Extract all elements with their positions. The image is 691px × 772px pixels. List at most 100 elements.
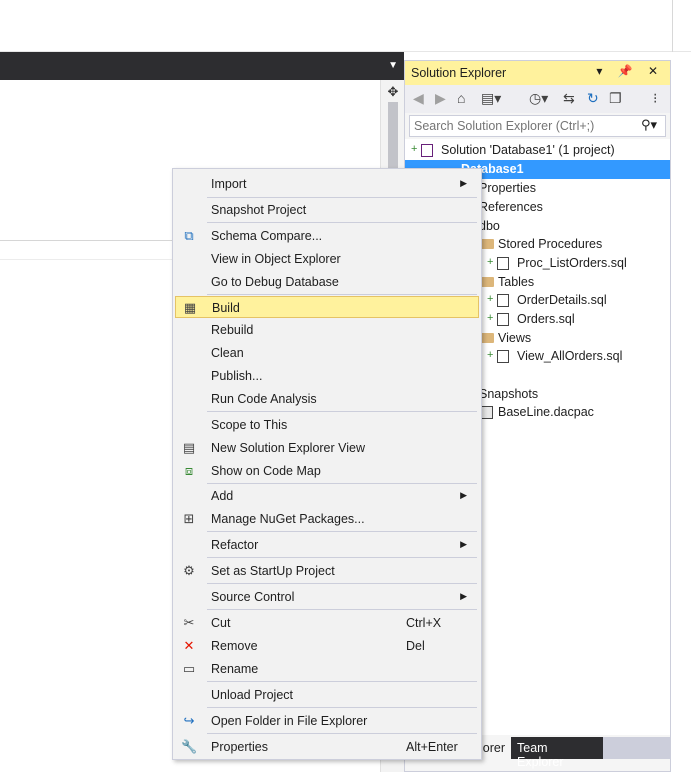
menu-item-label: Import <box>211 177 247 191</box>
open-folder-arrow-icon: ↪ <box>183 713 195 728</box>
solution-icon <box>421 144 433 157</box>
refresh-icon[interactable]: ↻ <box>587 90 599 107</box>
menu-item-view-in-object-explorer[interactable]: View in Object Explorer <box>175 248 479 270</box>
rename-icon: ▭ <box>182 661 196 676</box>
collapse-all-icon[interactable]: ❐ <box>609 90 622 107</box>
menu-item-clean[interactable]: Clean <box>175 342 479 364</box>
menu-item-label: Show on Code Map <box>211 464 321 478</box>
back-icon[interactable]: ◀ <box>413 90 424 107</box>
tree-item-label: Tables <box>498 275 535 289</box>
menu-item-show-on-code-map[interactable]: ⧈ Show on Code Map <box>175 460 479 482</box>
menu-item-label: Set as StartUp Project <box>211 564 335 578</box>
submenu-arrow-icon: ▶ <box>460 178 467 188</box>
checked-in-icon: + <box>411 143 418 155</box>
sync-with-document-icon[interactable]: ⇆ <box>563 90 575 107</box>
menu-item-import[interactable]: Import ▶ <box>175 173 479 195</box>
sql-file-icon <box>497 313 509 326</box>
menu-item-label: Run Code Analysis <box>211 392 317 406</box>
menu-item-label: Add <box>211 489 234 503</box>
menu-item-label: Build <box>212 301 240 315</box>
schema-compare-icon: ⧉ <box>184 228 194 243</box>
menu-item-scope-to-this[interactable]: Scope to This <box>175 414 479 436</box>
submenu-arrow-icon: ▶ <box>460 591 467 601</box>
new-view-icon: ▤ <box>182 440 196 455</box>
menu-item-shortcut: Ctrl+X <box>406 616 442 630</box>
pending-changes-filter-icon[interactable]: ◷▾ <box>529 90 548 107</box>
menu-separator <box>207 531 477 532</box>
split-window-icon[interactable]: ✥ <box>385 84 401 100</box>
menu-separator <box>207 707 477 708</box>
menu-item-remove[interactable]: ✕ Remove Del <box>175 635 479 657</box>
wrench-icon: 🔧 <box>181 739 198 754</box>
menu-item-label: Properties <box>211 740 268 754</box>
forward-icon[interactable]: ▶ <box>435 90 446 107</box>
menu-item-build[interactable]: ▦ Build <box>175 296 479 318</box>
menu-separator <box>207 583 477 584</box>
checked-in-icon: + <box>487 293 494 305</box>
menu-item-label: Publish... <box>211 369 263 383</box>
search-icon[interactable]: ⚲▾ <box>641 117 657 133</box>
tree-item-label: Orders.sql <box>517 312 575 326</box>
tab-team-explorer[interactable]: Team Explorer <box>511 737 603 769</box>
menu-item-open-folder-in-file-explorer[interactable]: ↪ Open Folder in File Explorer <box>175 710 479 732</box>
solution-explorer-title: Solution Explorer <box>411 66 507 80</box>
menu-item-label: View in Object Explorer <box>211 252 341 266</box>
menu-separator <box>207 222 477 223</box>
menu-item-new-solution-explorer-view[interactable]: ▤ New Solution Explorer View <box>175 437 479 459</box>
menu-separator <box>207 733 477 734</box>
menu-item-schema-compare[interactable]: ⧉ Schema Compare... <box>175 225 479 247</box>
menu-separator <box>207 681 477 682</box>
tab-overflow-dropdown-icon[interactable]: ▼ <box>388 60 398 71</box>
checked-in-icon: + <box>487 312 494 324</box>
tree-item-label: Proc_ListOrders.sql <box>517 256 627 270</box>
tree-item-label: Properties <box>479 181 536 195</box>
menu-item-set-as-startup-project[interactable]: ⚙ Set as StartUp Project <box>175 560 479 582</box>
menu-item-refactor[interactable]: Refactor ▶ <box>175 534 479 556</box>
remove-x-icon: ✕ <box>183 638 195 653</box>
menu-item-add[interactable]: Add ▶ <box>175 485 479 507</box>
menu-item-label: Go to Debug Database <box>211 275 339 289</box>
menu-item-label: Snapshot Project <box>211 203 307 217</box>
menu-item-go-to-debug-database[interactable]: Go to Debug Database <box>175 271 479 293</box>
toolbar-overflow-icon[interactable]: ⁝ <box>653 90 657 107</box>
code-map-icon: ⧈ <box>184 463 194 478</box>
menu-separator <box>207 483 477 484</box>
menu-item-manage-nuget-packages[interactable]: ⊞ Manage NuGet Packages... <box>175 508 479 530</box>
menu-separator <box>207 609 477 610</box>
tree-item-label: Stored Procedures <box>498 237 603 251</box>
menu-separator <box>207 411 477 412</box>
checked-in-icon: + <box>487 349 494 361</box>
tree-item-label: References <box>479 200 543 214</box>
tree-item-solution[interactable]: + Solution 'Database1' (1 project) <box>405 141 670 160</box>
sql-file-icon <box>497 350 509 363</box>
panel-window-buttons[interactable]: ▾ 📌 ✕ <box>596 64 664 78</box>
menu-item-label: Schema Compare... <box>211 229 323 243</box>
project-context-menu: Import ▶ Snapshot Project ⧉ Schema Compa… <box>172 168 482 760</box>
menu-item-label: Clean <box>211 346 244 360</box>
folder-icon <box>481 239 494 249</box>
home-icon[interactable]: ⌂ <box>457 90 465 106</box>
solution-explorer-search[interactable]: ⚲▾ <box>409 115 666 137</box>
menu-item-snapshot-project[interactable]: Snapshot Project <box>175 199 479 221</box>
menu-item-publish[interactable]: Publish... <box>175 365 479 387</box>
menu-item-source-control[interactable]: Source Control ▶ <box>175 586 479 608</box>
menu-item-properties[interactable]: 🔧 Properties Alt+Enter <box>175 736 479 758</box>
dacpac-file-icon <box>481 406 493 419</box>
menu-item-unload-project[interactable]: Unload Project <box>175 684 479 706</box>
menu-item-rename[interactable]: ▭ Rename <box>175 658 479 680</box>
tree-item-label: dbo <box>479 219 500 233</box>
menu-item-shortcut: Del <box>406 639 425 653</box>
switch-views-icon[interactable]: ▤▾ <box>481 90 501 107</box>
menu-item-cut[interactable]: ✂ Cut Ctrl+X <box>175 612 479 634</box>
menu-item-label: Manage NuGet Packages... <box>211 512 365 526</box>
menu-item-label: Rename <box>211 662 259 676</box>
menu-item-rebuild[interactable]: Rebuild <box>175 319 479 341</box>
menu-item-label: Source Control <box>211 590 295 604</box>
checked-in-icon: + <box>487 256 494 268</box>
tree-item-label: Views <box>498 331 532 345</box>
menu-item-run-code-analysis[interactable]: Run Code Analysis <box>175 388 479 410</box>
search-input[interactable] <box>414 118 634 134</box>
menu-item-label: Refactor <box>211 538 259 552</box>
menu-item-label: Remove <box>211 639 258 653</box>
submenu-arrow-icon: ▶ <box>460 490 467 500</box>
